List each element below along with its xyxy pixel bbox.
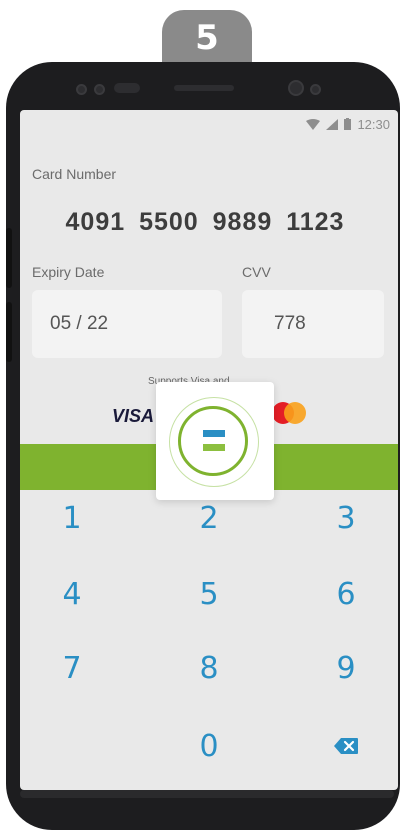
side-button-upper (6, 228, 12, 288)
sensor-dot (94, 84, 105, 95)
key-7[interactable]: 7 (32, 640, 112, 696)
cvv-value: 778 (274, 313, 306, 334)
expiry-date-value: 05 / 22 (50, 313, 109, 334)
progress-ring (178, 406, 248, 476)
cvv-label: CVV (242, 264, 271, 280)
card-number-value[interactable]: 4091 5500 9889 1123 (30, 208, 380, 237)
side-button-lower (6, 302, 12, 362)
expiry-date-field[interactable]: 05 / 22 (32, 290, 222, 358)
mastercard-logo (272, 402, 308, 426)
processing-dialog (156, 382, 274, 500)
key-0[interactable]: 0 (169, 718, 249, 774)
backspace-icon (334, 738, 358, 754)
phone-screen: 12:30 Card Number 4091 5500 9889 1123 Ex… (20, 110, 398, 790)
cvv-field[interactable]: 778 (242, 290, 384, 358)
status-time: 12:30 (357, 116, 390, 132)
key-6[interactable]: 6 (306, 566, 386, 622)
step-badge: 5 (162, 10, 252, 70)
key-9[interactable]: 9 (306, 640, 386, 696)
signal-icon (326, 118, 339, 130)
sensor-pill (114, 83, 140, 93)
front-camera (288, 80, 304, 96)
speaker-grille (174, 85, 234, 91)
key-3[interactable]: 3 (306, 490, 386, 546)
phone-bottom-bezel (20, 790, 394, 798)
key-1[interactable]: 1 (32, 490, 112, 546)
phone-top-bezel (6, 62, 400, 112)
key-8[interactable]: 8 (169, 640, 249, 696)
expiry-date-label: Expiry Date (32, 264, 105, 280)
battery-icon (344, 118, 352, 130)
card-number-label: Card Number (32, 166, 117, 182)
step-number: 5 (195, 18, 219, 58)
delete-key[interactable] (306, 718, 386, 774)
key-5[interactable]: 5 (169, 566, 249, 622)
visa-logo: VISA (112, 406, 155, 426)
status-bar: 12:30 (306, 110, 390, 138)
key-4[interactable]: 4 (32, 566, 112, 622)
wifi-icon (306, 118, 321, 130)
sensor-dot (76, 84, 87, 95)
sensor-dot (310, 84, 321, 95)
